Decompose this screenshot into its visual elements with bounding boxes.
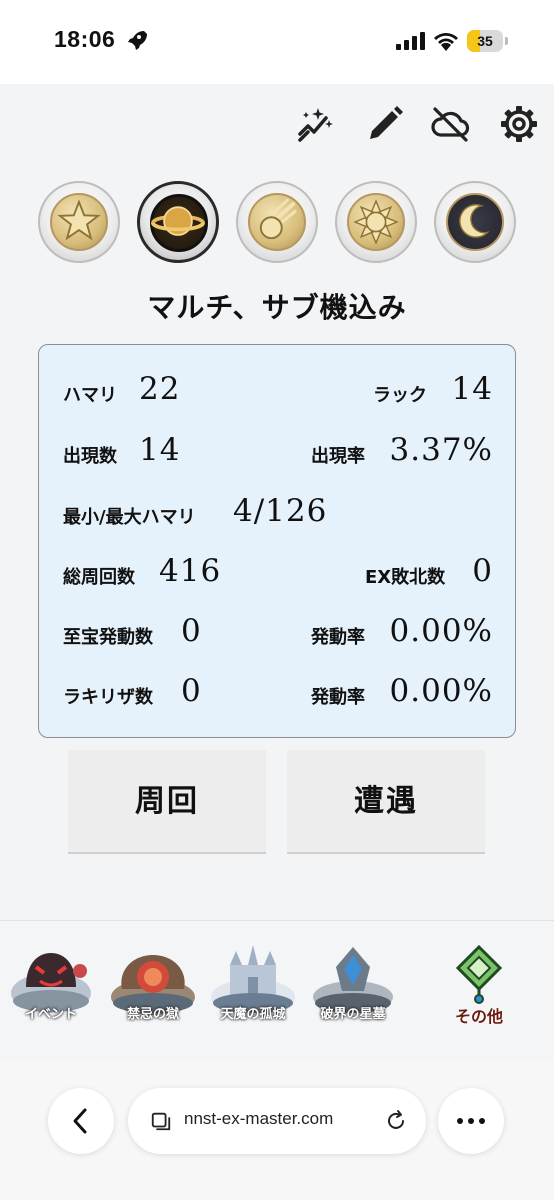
min-max-hamari-value: 4/126 [233,493,328,529]
sun-element-button[interactable] [335,181,417,263]
nav-item-other[interactable]: その他 [434,941,524,1041]
cellular-signal-icon [396,32,425,50]
hamari-label: ハマリ [63,385,117,406]
nav-label-event: イベント [24,1007,77,1022]
appear-count-value: 14 [139,432,181,468]
moon-icon [459,204,490,238]
sparkle-chart-icon[interactable] [296,104,336,144]
lucky-sa-rate-label: 発動率 [311,687,365,708]
ring-planet-element-button[interactable] [137,181,219,263]
luck-value: 14 [451,371,493,407]
nav-item-tenma-castle[interactable]: 天魔の孤城 [208,941,298,1041]
more-button[interactable] [438,1088,504,1154]
url-bar[interactable]: nnst-ex-master.com [128,1088,426,1154]
cloud-off-icon[interactable] [430,104,470,144]
back-button[interactable] [48,1088,114,1154]
treasure-value: 0 [181,613,202,649]
star-icon [57,199,101,241]
status-bar: 18:06 35 [0,0,554,84]
total-laps-label: 総周回数 [63,567,135,588]
hamari-value: 22 [139,371,181,407]
chevron-left-icon [73,1108,87,1134]
luck-label: ラック [373,385,427,406]
tabs-icon [151,1112,171,1131]
rocket-icon [128,31,147,50]
encounter-button[interactable]: 遭遇 [287,750,485,854]
mode-title: マルチ、サブ機込み [147,291,407,324]
reload-icon[interactable] [384,1109,408,1133]
url-text: nnst-ex-master.com [184,1109,334,1128]
treasure-label: 至宝発動数 [63,627,153,648]
ex-defeat-label: EX敗北数 [365,567,446,588]
gear-icon[interactable] [499,104,539,144]
laps-button[interactable]: 周回 [68,750,266,854]
moon-element-button[interactable] [434,181,516,263]
nav-item-forbidden-prison[interactable]: 禁忌の獄 [108,941,198,1041]
element-selector [38,181,518,265]
treasure-rate-value: 0.00% [389,613,493,649]
status-time: 18:06 [54,26,116,52]
nav-item-event[interactable]: イベント [6,941,96,1041]
ex-defeat-value: 0 [472,553,493,589]
meteor-element-button[interactable] [236,181,318,263]
battery-level-text: 35 [477,33,493,49]
lucky-sa-rate-value: 0.00% [389,673,493,709]
lucky-sa-value: 0 [181,673,202,709]
nav-label-hakai-grave: 破界の星墓 [320,1007,386,1022]
browser-bar: nnst-ex-master.com [0,1060,554,1200]
lucky-sa-label: ラキリザ数 [63,687,153,708]
nav-label-forbidden-prison: 禁忌の獄 [126,1007,179,1022]
stats-panel: ハマリ 22 ラック 14 出現数 14 出現率 3.37% 最小/最大ハマリ … [38,344,516,738]
appear-rate-label: 出現率 [311,446,365,467]
min-max-hamari-label: 最小/最大ハマリ [63,507,196,528]
total-laps-value: 416 [159,553,222,589]
battery-indicator: 35 [467,30,509,52]
pencil-icon[interactable] [365,104,405,144]
nav-item-hakai-grave[interactable]: 破界の星墓 [308,941,398,1041]
nav-label-tenma-castle: 天魔の孤城 [220,1007,286,1022]
nav-label-other: その他 [454,1007,503,1026]
sun-icon [353,199,399,245]
meteor-icon [259,198,297,240]
bottom-nav: イベント 禁忌の獄 天魔の孤城 破界の星墓 その他 [0,920,554,1060]
more-dots-icon [457,1118,485,1124]
star-element-button[interactable] [38,181,120,263]
ring-planet-icon [151,206,205,236]
wifi-icon [434,33,458,51]
appear-count-label: 出現数 [63,446,117,467]
appear-rate-value: 3.37% [389,432,493,468]
treasure-rate-label: 発動率 [311,627,365,648]
